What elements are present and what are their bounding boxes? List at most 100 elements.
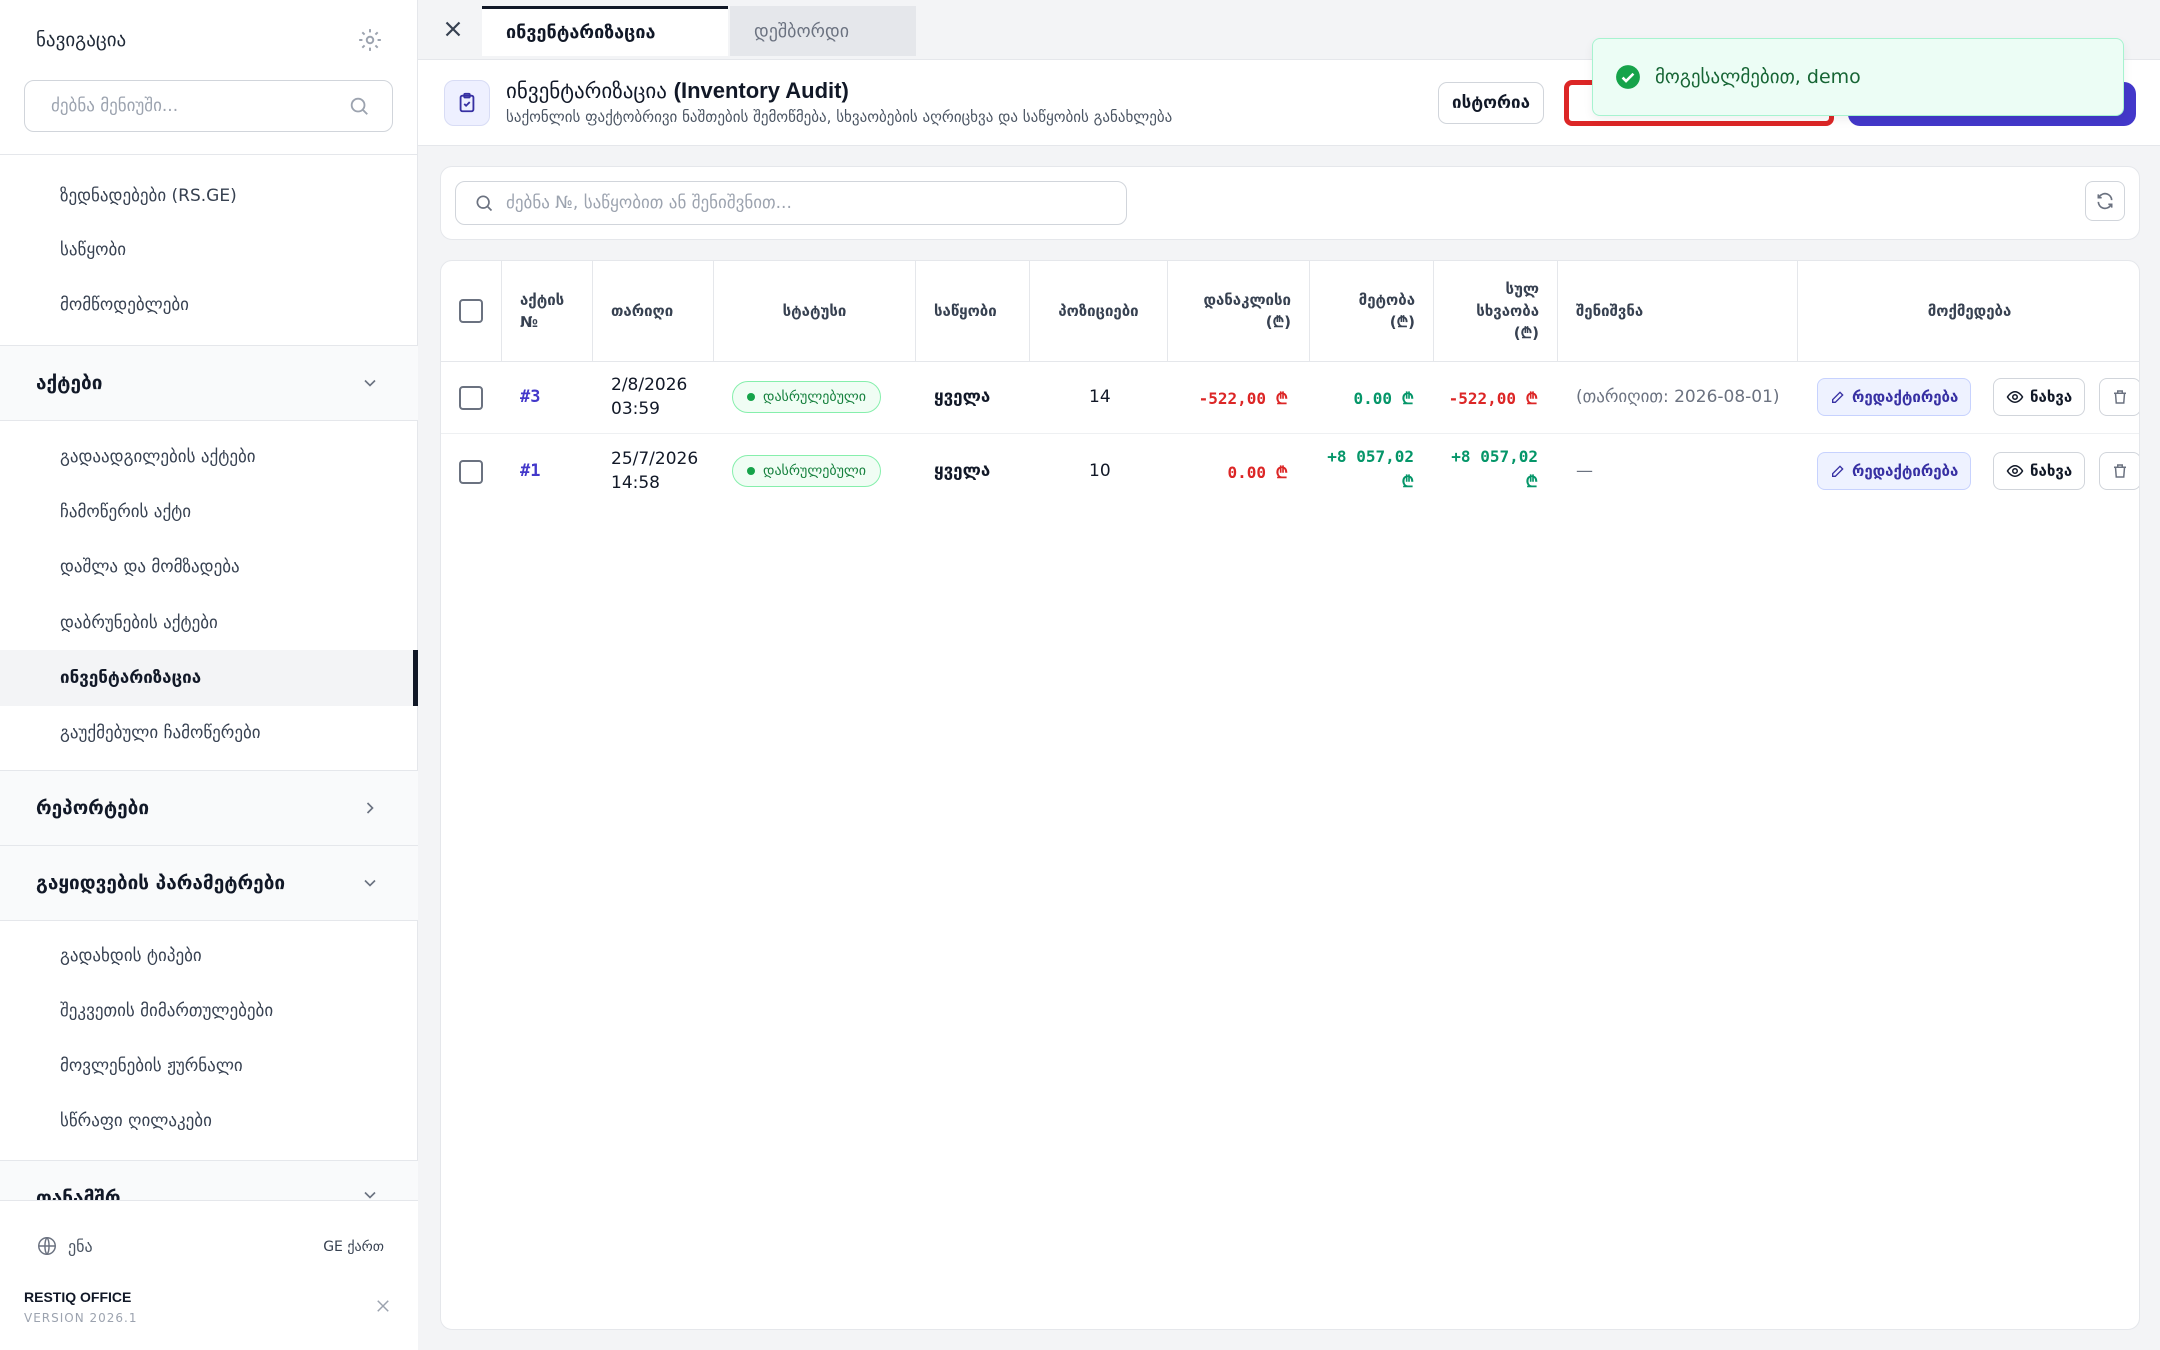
delete-button[interactable] (2099, 452, 2139, 490)
surplus-currency: ₾ (1401, 472, 1414, 491)
page-title: ინვენტარიზაცია (Inventory Audit) (506, 78, 849, 104)
column-header-date[interactable]: თარიღი (593, 261, 714, 361)
column-header-positions[interactable]: პოზიციები (1030, 261, 1168, 361)
pencil-icon (1832, 465, 1844, 477)
sidebar-item-event-log[interactable]: მოვლენების ჟურნალი (60, 1056, 243, 1076)
sidebar-title: ნავიგაცია (36, 29, 127, 51)
filter-card: ძებნა №, საწყობით ან შენიშვნით... (440, 166, 2140, 240)
sidebar-group-staff[interactable]: თანამშრ (0, 1161, 418, 1201)
sidebar-header: ნავიგაცია (0, 0, 417, 80)
brand-name: RESTIQ OFFICE (24, 1289, 132, 1305)
sidebar-item-inventory[interactable]: ინვენტარიზაცია (60, 668, 201, 688)
refresh-button[interactable] (2085, 181, 2125, 221)
sidebar-item-quick-buttons[interactable]: სწრაფი ღილაკები (60, 1111, 212, 1131)
view-label: ნახვა (2030, 388, 2073, 406)
sidebar-item-suppliers[interactable]: მომწოდებლები (60, 295, 189, 315)
close-icon[interactable] (374, 1297, 392, 1315)
date-cell: 2/8/2026 (611, 375, 688, 395)
sidebar-search-placeholder: ძებნა მენიუში... (51, 96, 179, 116)
delete-button[interactable] (2099, 378, 2139, 416)
edit-button[interactable]: რედაქტირება (1817, 452, 1972, 490)
column-header-actions: მოქმედება (1798, 261, 2139, 361)
sidebar-item-breakdown[interactable]: დაშლა და მომზადება (60, 557, 240, 577)
column-header-act-no[interactable]: აქტის № (502, 261, 593, 361)
close-icon[interactable] (440, 16, 466, 42)
view-button[interactable]: ნახვა (1993, 452, 2086, 490)
status-dot (747, 467, 755, 475)
header-text: პოზიციები (1058, 302, 1139, 320)
sidebar-search-input[interactable]: ძებნა მენიუში... (24, 80, 393, 132)
edit-button[interactable]: რედაქტირება (1817, 378, 1972, 416)
header-text: მეტობა (1358, 291, 1415, 309)
header-text: სხვაობა (1476, 302, 1539, 320)
row-checkbox[interactable] (459, 460, 483, 484)
row-checkbox[interactable] (459, 386, 483, 410)
sidebar-item-cancelled-writeoffs[interactable]: გაუქმებული ჩამოწერები (60, 723, 261, 743)
header-text: დანაკლისი (1203, 291, 1291, 309)
refresh-icon (2097, 192, 2113, 210)
status-badge: დასრულებული (732, 455, 882, 487)
date-cell: 25/7/2026 (611, 449, 699, 469)
search-icon (476, 195, 493, 212)
column-header-surplus[interactable]: მეტობა (₾) (1310, 261, 1434, 361)
note-cell: — (1576, 461, 1593, 481)
chevron-down-icon (364, 379, 376, 387)
divider (0, 154, 418, 155)
language-select[interactable]: GE ქართ (323, 1239, 384, 1255)
column-header-shortage[interactable]: დანაკლისი (₾) (1168, 261, 1310, 361)
group-label: აქტები (36, 372, 103, 394)
sidebar-item-writeoff-act[interactable]: ჩამოწერის აქტი (60, 502, 191, 522)
gear-icon[interactable] (357, 27, 383, 53)
edit-label: რედაქტირება (1852, 462, 1959, 480)
view-button[interactable]: ნახვა (1993, 378, 2086, 416)
time-cell: 03:59 (611, 399, 660, 419)
sidebar-item-return-acts[interactable]: დაბრუნების აქტები (60, 613, 218, 633)
sidebar-item-payment-types[interactable]: გადახდის ტიპები (60, 946, 202, 966)
tab-inventory[interactable]: ინვენტარიზაცია (482, 6, 728, 56)
status-text: დასრულებული (763, 463, 867, 479)
status-dot (747, 393, 755, 401)
header-text: აქტის (520, 291, 565, 309)
sidebar-group-reports[interactable]: რეპორტები (0, 771, 418, 845)
toast-message: მოგესალმებით, demo (1655, 66, 1861, 88)
tab-dashboard[interactable]: დეშბორდი (730, 6, 916, 56)
act-number-link[interactable]: #3 (520, 387, 540, 407)
column-header-warehouse[interactable]: საწყობი (916, 261, 1030, 361)
header-text: საწყობი (934, 302, 997, 320)
header-text: სულ (1505, 280, 1539, 298)
clipboard-icon (444, 80, 490, 126)
chevron-down-icon (364, 879, 376, 887)
sidebar-item-warehouse[interactable]: საწყობი (60, 240, 126, 260)
column-header-total[interactable]: სულ სხვაობა (₾) (1434, 261, 1558, 361)
select-all-cell (441, 261, 502, 361)
column-header-status[interactable]: სტატუსი (714, 261, 916, 361)
sidebar-group-sales-settings[interactable]: გაყიდვების პარამეტრები (0, 846, 418, 920)
sidebar: ნავიგაცია ძებნა მენიუში... ზედნადებები (… (0, 0, 418, 1350)
edit-label: რედაქტირება (1852, 388, 1959, 406)
history-button[interactable]: ისტორია (1438, 82, 1544, 124)
positions-cell: 10 (1089, 461, 1111, 481)
sidebar-item-transfer-acts[interactable]: გადაადგილების აქტები (60, 447, 256, 467)
header-text: შენიშვნა (1576, 302, 1644, 320)
header-text: მოქმედება (1927, 302, 2012, 320)
divider (0, 420, 418, 421)
sidebar-group-acts[interactable]: აქტები (0, 346, 418, 420)
select-all-checkbox[interactable] (459, 299, 483, 323)
column-header-note[interactable]: შენიშვნა (1558, 261, 1798, 361)
positions-cell: 14 (1089, 387, 1111, 407)
header-text: (₾) (1389, 313, 1415, 331)
time-cell: 14:58 (611, 473, 660, 493)
group-label: რეპორტები (36, 797, 150, 819)
view-label: ნახვა (2030, 462, 2073, 480)
sidebar-item-order-directions[interactable]: შეკვეთის მიმართულებები (60, 1001, 273, 1021)
version-label: VERSION 2026.1 (24, 1311, 138, 1325)
sidebar-footer: ენა GE ქართ RESTIQ OFFICE VERSION 2026.1 (0, 1200, 418, 1350)
pencil-icon (1832, 391, 1844, 403)
divider (0, 920, 418, 921)
act-number-link[interactable]: #1 (520, 461, 540, 481)
search-input[interactable]: ძებნა №, საწყობით ან შენიშვნით... (455, 181, 1127, 225)
trash-icon (2114, 390, 2126, 404)
warehouse-cell: ყველა (934, 387, 991, 407)
sidebar-item-waybills[interactable]: ზედნადებები (RS.GE) (60, 186, 237, 206)
total-diff-cell: +8 057,02 (1451, 447, 1538, 466)
